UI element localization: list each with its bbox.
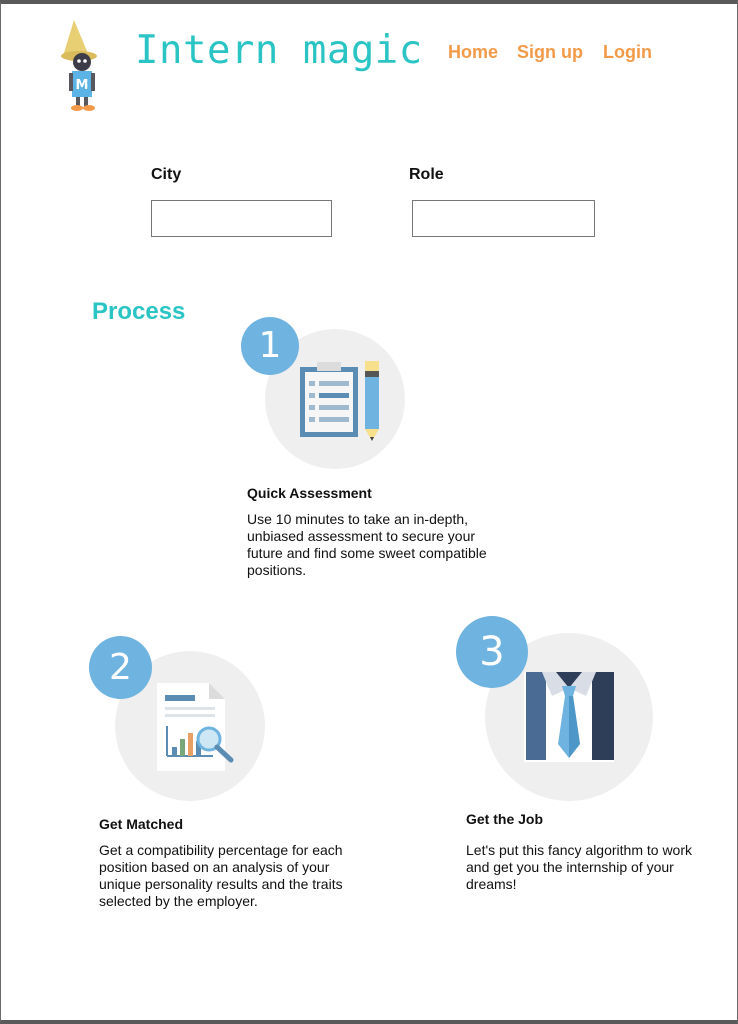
city-input[interactable] [151, 200, 332, 237]
process-heading: Process [92, 298, 186, 325]
nav-home-link[interactable]: Home [448, 42, 498, 63]
suit-tie-icon [522, 666, 618, 767]
nav-login-link[interactable]: Login [603, 42, 652, 63]
step-1-description: Use 10 minutes to take an in-depth, unbi… [247, 511, 487, 578]
role-label: Role [409, 166, 444, 183]
city-label: City [151, 166, 182, 183]
step-3-badge: 3 [456, 616, 528, 688]
nav-signup-link[interactable]: Sign up [517, 42, 583, 63]
step-2-badge: 2 [89, 636, 152, 699]
step-2-title: Get Matched [99, 816, 184, 832]
role-input[interactable] [412, 200, 595, 237]
step-1-title: Quick Assessment [247, 485, 372, 501]
clipboard-pencil-icon [297, 357, 387, 452]
step-1-badge: 1 [241, 317, 299, 375]
step-2-description: Get a compatibility percentage for each … [99, 842, 343, 909]
step-2-illustration: 2 [89, 636, 269, 806]
step-3-illustration: 3 [456, 616, 656, 806]
svg-text:M: M [76, 78, 89, 93]
step-1-illustration: 1 [241, 317, 416, 472]
step-3-title: Get the Job [466, 811, 544, 827]
site-title: Intern magic [135, 28, 423, 73]
wizard-logo-icon[interactable]: M [57, 18, 107, 114]
report-chart-icon [155, 681, 245, 781]
step-3-description: Let's put this fancy algorithm to work a… [466, 842, 692, 892]
